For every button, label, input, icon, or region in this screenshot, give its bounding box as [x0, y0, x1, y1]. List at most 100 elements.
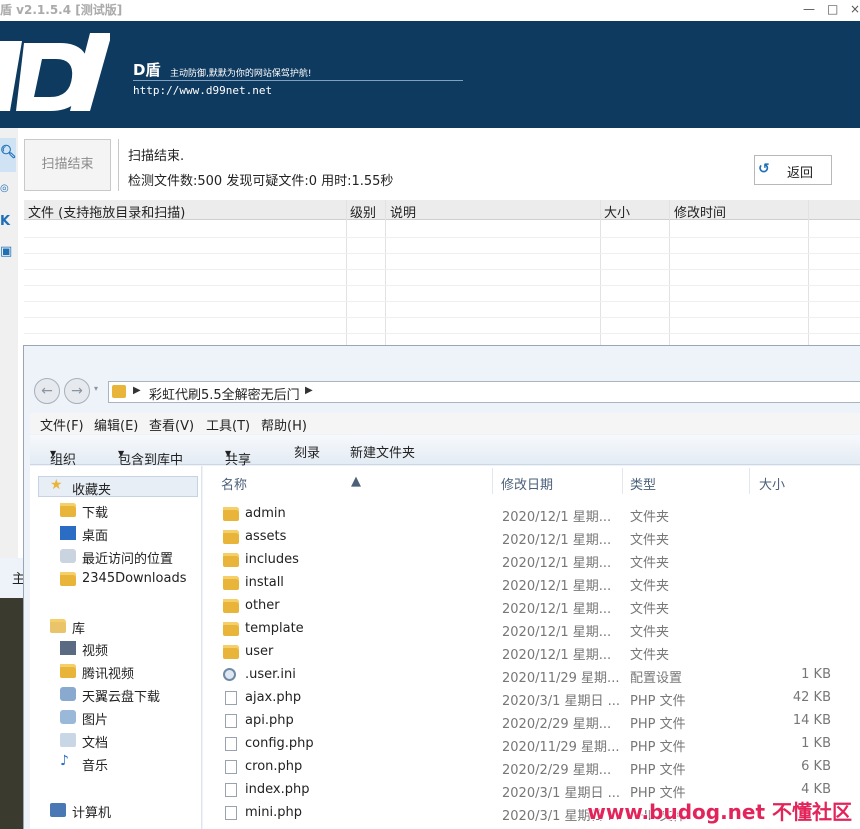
app-titlebar: 盾 v2.1.5.4 [测试版] — □ ×: [0, 0, 860, 21]
burn-button[interactable]: 刻录: [294, 442, 320, 461]
folder-icon: [223, 530, 239, 544]
video-icon: [60, 641, 76, 655]
forward-nav-button[interactable]: →: [64, 378, 90, 404]
col-desc[interactable]: 说明: [390, 202, 416, 221]
minimize-button[interactable]: —: [803, 2, 815, 16]
nav-label: 库: [72, 622, 86, 637]
file-list[interactable]: ▲ 名称 修改日期 类型 大小 admin 2020/12/1 星期... 文件夹 a…: [203, 466, 860, 829]
link-icon[interactable]: ◎: [0, 183, 9, 194]
nav-label: 音乐: [82, 759, 109, 774]
folder-icon: [223, 645, 239, 659]
folder-icon: [223, 622, 239, 636]
file-name: install: [245, 575, 284, 590]
file-size: 6 KB: [801, 759, 831, 774]
file-icon: [225, 737, 237, 751]
folder-icon: [112, 385, 126, 398]
divider: [600, 200, 601, 345]
new-folder-button[interactable]: 新建文件夹: [350, 442, 415, 461]
divider: [385, 200, 386, 345]
window-icon[interactable]: ▣: [0, 244, 12, 259]
divider: [118, 139, 119, 191]
file-date: 2020/12/1 星期...: [502, 602, 612, 617]
back-arrow-icon: ↺: [758, 161, 770, 177]
file-date: 2020/12/1 星期...: [502, 533, 612, 548]
col-date[interactable]: 修改日期: [501, 474, 553, 493]
col-level[interactable]: 级别: [350, 202, 376, 221]
desktop-icon: [60, 526, 76, 540]
tool-icon[interactable]: K: [0, 214, 10, 229]
file-icon: [225, 783, 237, 797]
cloud-folder-icon: [60, 687, 76, 701]
col-file[interactable]: 文件 (支持拖放目录和扫描): [28, 202, 185, 221]
file-type: 文件夹: [630, 602, 670, 617]
nav-label: 天翼云盘下载: [82, 690, 161, 705]
file-date: 2020/3/1 星期日 ...: [502, 694, 621, 709]
file-name: index.php: [245, 782, 310, 797]
menu-file[interactable]: 文件(F): [40, 415, 84, 434]
left-nav-strip: 🔍︎ ◎ K ▣: [0, 128, 18, 558]
file-type: PHP 文件: [630, 694, 686, 709]
table-row[interactable]: cron.php 2020/2/29 星期... PHP 文件 6 KB: [203, 756, 860, 779]
brand-slogan: 主动防御,默默为你的网站保驾护航!: [170, 69, 312, 79]
background-window[interactable]: 主: [0, 558, 25, 598]
close-button[interactable]: ×: [850, 2, 860, 16]
chevron-right-icon[interactable]: ▶: [305, 385, 313, 396]
col-mtime[interactable]: 修改时间: [674, 202, 726, 221]
chevron-right-icon[interactable]: ▶: [133, 385, 141, 396]
file-name: includes: [245, 552, 299, 567]
table-row[interactable]: api.php 2020/2/29 星期... PHP 文件 14 KB: [203, 710, 860, 733]
table-row[interactable]: assets 2020/12/1 星期... 文件夹: [203, 526, 860, 549]
file-type: 配置设置: [630, 671, 683, 686]
table-row[interactable]: .user.ini 2020/11/29 星期... 配置设置 1 KB: [203, 664, 860, 687]
documents-icon: [60, 733, 76, 747]
file-icon: [225, 714, 237, 728]
nav-label: 桌面: [82, 529, 109, 544]
divider: [24, 333, 860, 334]
divider: [346, 200, 347, 345]
command-bar: 组织 ▼ 包含到库中 ▼ 共享 ▼ 刻录 新建文件夹: [30, 435, 860, 468]
folder-icon: [223, 576, 239, 590]
chevron-down-icon: ▼: [225, 449, 232, 458]
divider: [24, 237, 860, 238]
col-name[interactable]: 名称: [221, 474, 247, 493]
folder-icon: [223, 553, 239, 567]
table-row[interactable]: user 2020/12/1 星期... 文件夹: [203, 641, 860, 664]
table-row[interactable]: config.php 2020/11/29 星期... PHP 文件 1 KB: [203, 733, 860, 756]
table-row[interactable]: admin 2020/12/1 星期... 文件夹: [203, 503, 860, 526]
address-bar[interactable]: ▶ 彩虹代刷5.5全解密无后门 ▶: [108, 381, 860, 403]
scan-end-button[interactable]: 扫描结束: [24, 139, 111, 191]
file-date: 2020/12/1 星期...: [502, 510, 612, 525]
nav-buttons: ← → ▾: [34, 378, 104, 406]
table-row[interactable]: ajax.php 2020/3/1 星期日 ... PHP 文件 42 KB: [203, 687, 860, 710]
menu-view[interactable]: 查看(V): [149, 415, 194, 434]
website-url[interactable]: http://www.d99net.net: [133, 84, 272, 97]
screen: 盾 v2.1.5.4 [测试版] — □ × D盾 主动防御,默默为你的网站保驾…: [0, 0, 860, 829]
chevron-down-icon[interactable]: ▾: [94, 384, 98, 393]
file-icon: [225, 806, 237, 820]
table-row[interactable]: template 2020/12/1 星期... 文件夹: [203, 618, 860, 641]
divider: [24, 301, 860, 302]
file-date: 2020/11/29 星期...: [502, 740, 620, 755]
divider: [749, 468, 750, 494]
col-size[interactable]: 大小: [759, 474, 785, 493]
back-nav-button[interactable]: ←: [34, 378, 60, 404]
folder-icon: [223, 507, 239, 521]
search-icon[interactable]: 🔍︎: [0, 145, 17, 160]
table-row[interactable]: includes 2020/12/1 星期... 文件夹: [203, 549, 860, 572]
file-size: 4 KB: [801, 782, 831, 797]
file-date: 2020/12/1 星期...: [502, 556, 612, 571]
menu-help[interactable]: 帮助(H): [261, 415, 307, 434]
maximize-button[interactable]: □: [827, 2, 838, 16]
address-path[interactable]: 彩虹代刷5.5全解密无后门: [149, 384, 300, 403]
table-row[interactable]: other 2020/12/1 星期... 文件夹: [203, 595, 860, 618]
menu-edit[interactable]: 编辑(E): [94, 415, 138, 434]
col-type[interactable]: 类型: [630, 474, 656, 493]
scan-summary: 检测文件数:500 发现可疑文件:0 用时:1.55秒: [128, 174, 394, 189]
col-size[interactable]: 大小: [604, 202, 630, 221]
d-shield-logo: [0, 33, 110, 111]
table-row[interactable]: install 2020/12/1 星期... 文件夹: [203, 572, 860, 595]
back-button[interactable]: ↺ 返回: [754, 155, 832, 185]
scan-status: 扫描结束.: [128, 149, 185, 164]
menu-tools[interactable]: 工具(T): [206, 415, 250, 434]
scan-results-table[interactable]: 文件 (支持拖放目录和扫描) 级别 说明 大小 修改时间: [24, 200, 860, 345]
